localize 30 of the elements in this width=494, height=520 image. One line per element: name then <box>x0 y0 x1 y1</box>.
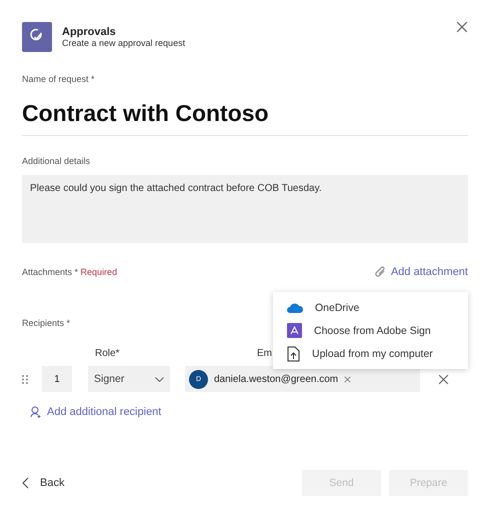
menu-item[interactable]: Choose from Adobe Sign <box>273 319 468 342</box>
drag-handle-icon[interactable] <box>22 374 28 384</box>
close-icon[interactable] <box>456 21 468 33</box>
add-attachment-link[interactable]: Add attachment <box>374 266 468 278</box>
role-dropdown[interactable]: Signer <box>88 366 170 392</box>
remove-icon[interactable] <box>438 374 449 384</box>
order-number: 1 <box>42 366 72 392</box>
app-subtitle: Create a new approval request <box>62 38 186 48</box>
menu-item[interactable]: OneDrive <box>273 296 468 319</box>
recipients-label: Recipients * <box>22 318 70 328</box>
add-recipient-link[interactable]: Add additional recipient <box>30 406 162 418</box>
back-button[interactable]: Back <box>22 477 64 489</box>
paperclip-icon <box>374 266 386 278</box>
approvals-logo <box>22 22 52 52</box>
field-label: Name of request * <box>22 74 95 84</box>
upload-file-icon <box>287 346 300 362</box>
request-name-field[interactable]: Contract with Contoso <box>22 100 468 136</box>
attachments-label: Attachments * Required <box>22 267 118 277</box>
chevron-down-icon <box>155 376 164 382</box>
add-person-icon <box>30 406 42 418</box>
menu-item[interactable]: Upload from my computer <box>273 342 468 365</box>
remove-email-icon[interactable] <box>344 376 352 382</box>
column-header: Role* <box>95 348 120 359</box>
pdf-icon <box>287 323 302 338</box>
app-title: Approvals <box>62 26 117 38</box>
chevron-left-icon <box>22 477 29 489</box>
column-header: Em <box>257 348 272 359</box>
field-label: Additional details <box>22 156 90 166</box>
details-field[interactable]: Please could you sign the attached contract before COB Tuesday. <box>22 175 468 243</box>
cloud-icon <box>287 302 303 312</box>
